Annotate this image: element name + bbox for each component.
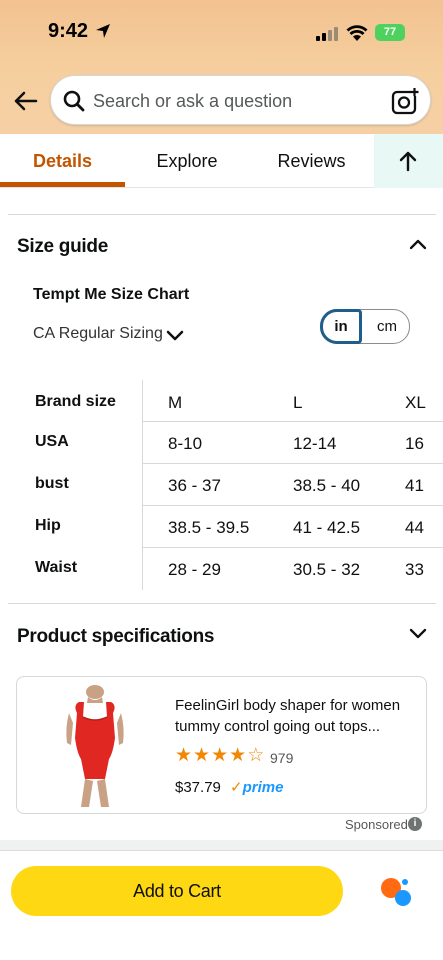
row-label-bust: bust (35, 475, 69, 492)
tab-explore[interactable]: Explore (125, 134, 249, 188)
table-cell: 30.5 - 32 (293, 560, 361, 579)
tab-details[interactable]: Details (0, 134, 125, 188)
arrow-up-icon (399, 151, 417, 172)
unit-toggle[interactable]: in cm (320, 309, 410, 344)
table-cell: 41 (405, 476, 424, 495)
row-label-waist: Waist (35, 559, 78, 576)
table-cell: 36 - 37 (168, 476, 221, 495)
row-label-usa: USA (35, 433, 69, 450)
location-arrow-icon (96, 24, 110, 38)
section-divider (8, 603, 436, 604)
sponsored-product-card[interactable]: FeelinGirl body shaper for women tummy c… (16, 676, 427, 814)
chevron-down-icon[interactable] (166, 330, 184, 342)
size-guide-title[interactable]: Size guide (17, 236, 108, 258)
info-icon[interactable]: i (408, 817, 422, 831)
table-row-divider (142, 463, 443, 464)
table-header-label: Brand size (35, 393, 116, 410)
table-cell: 38.5 - 40 (293, 476, 361, 495)
search-input[interactable]: Search or ask a question (93, 91, 292, 112)
rufus-assistant-icon[interactable] (380, 876, 412, 908)
cellular-signal-icon (316, 27, 338, 41)
column-header-l: L (293, 393, 303, 412)
unit-inches-option[interactable]: in (320, 309, 362, 344)
rating-count: 979 (270, 750, 294, 766)
sponsored-label: Sponsored (345, 817, 408, 832)
product-specifications-title[interactable]: Product specifications (17, 626, 214, 648)
table-column-divider (142, 380, 143, 590)
table-cell: 38.5 - 39.5 (168, 518, 250, 537)
chevron-up-icon[interactable] (409, 238, 427, 250)
star-filled-icon: ★ (175, 745, 194, 766)
prime-badge: ✓prime (230, 778, 283, 796)
add-to-cart-button[interactable]: Add to Cart (11, 866, 343, 916)
star-filled-icon: ★ (211, 745, 230, 766)
ad-product-title[interactable]: FeelinGirl body shaper for women tummy c… (175, 695, 415, 737)
table-cell: 41 - 42.5 (293, 518, 361, 537)
table-cell: 33 (405, 560, 424, 579)
chevron-down-icon[interactable] (409, 628, 427, 640)
table-cell: 44 (405, 518, 424, 537)
scroll-to-top-button[interactable] (374, 134, 443, 188)
tab-reviews[interactable]: Reviews (249, 134, 374, 188)
table-cell: 16 (405, 434, 424, 453)
star-filled-icon: ★ (193, 745, 212, 766)
wifi-icon (346, 25, 368, 41)
active-tab-indicator (0, 182, 125, 187)
star-empty-icon: ☆ (247, 745, 266, 766)
row-label-hip: Hip (35, 517, 61, 534)
search-bar[interactable]: Search or ask a question (50, 75, 431, 125)
table-cell: 12-14 (293, 434, 337, 453)
section-divider (8, 214, 436, 215)
status-bar: 9:42 77 (0, 0, 443, 62)
prime-check-icon: ✓ (230, 779, 243, 796)
size-chart-title: Tempt Me Size Chart (33, 286, 190, 303)
table-row-divider (142, 421, 443, 422)
camera-search-icon[interactable] (391, 87, 419, 115)
section-separator (0, 840, 443, 850)
table-row-divider (142, 505, 443, 506)
product-image[interactable] (55, 683, 135, 809)
table-cell: 28 - 29 (168, 560, 221, 579)
unit-cm-option[interactable]: cm (365, 310, 409, 343)
status-time: 9:42 (48, 20, 89, 42)
column-header-m: M (168, 393, 183, 412)
sizing-dropdown[interactable]: CA Regular Sizing (33, 325, 163, 343)
table-row-divider (142, 547, 443, 548)
star-rating: ★★★★☆ (175, 744, 265, 767)
ad-price: $37.79 (175, 779, 221, 796)
search-icon (63, 90, 85, 112)
table-cell: 8-10 (168, 434, 203, 453)
battery-icon: 77 (375, 24, 405, 41)
app-header: 9:42 77 Search or ask a question (0, 0, 443, 134)
column-header-xl: XL (405, 393, 426, 412)
back-arrow-icon[interactable] (12, 88, 38, 114)
size-table: Brand size M L XL USA 8-10 12-14 16 bust… (0, 380, 443, 590)
star-filled-icon: ★ (229, 745, 248, 766)
prime-label: prime (242, 779, 284, 796)
